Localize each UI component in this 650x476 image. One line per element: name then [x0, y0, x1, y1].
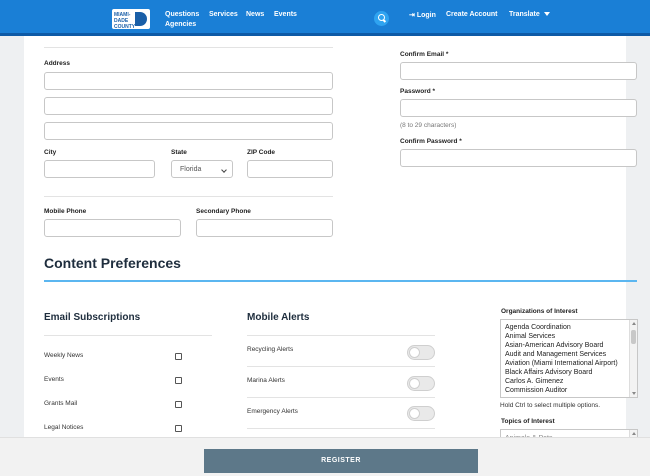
section-accent-line	[44, 280, 637, 282]
divider	[44, 196, 333, 197]
county-logo[interactable]: MIAMI-DADE COUNTY	[112, 9, 150, 30]
organization-option[interactable]: Black Affairs Advisory Board	[501, 368, 637, 377]
logo-mark-icon	[135, 12, 147, 26]
zip-input[interactable]	[247, 160, 333, 178]
create-account-link[interactable]: Create Account	[446, 11, 497, 18]
organizations-multiselect[interactable]: Agenda Coordination Animal Services Asia…	[500, 319, 638, 398]
address-label: Address	[44, 60, 71, 67]
nav-events[interactable]: Events	[274, 11, 297, 18]
divider	[44, 335, 212, 336]
divider	[44, 47, 333, 48]
organization-option[interactable]: Aviation (Miami International Airport)	[501, 359, 637, 368]
emergency-alerts-toggle[interactable]	[407, 406, 435, 421]
zip-label: ZIP Code	[247, 149, 276, 156]
login-label: Login	[416, 12, 436, 19]
grants-mail-checkbox[interactable]	[175, 401, 182, 408]
address-line-1-input[interactable]	[44, 72, 333, 90]
top-navigation-bar: MIAMI-DADE COUNTY Questions Agencies Ser…	[0, 0, 650, 36]
secondary-phone-input[interactable]	[196, 219, 333, 237]
translate-menu[interactable]: Translate	[509, 11, 550, 18]
organization-option[interactable]: Audit and Management Services	[501, 350, 637, 359]
address-line-3-input[interactable]	[44, 122, 333, 140]
logo-text: MIAMI-DADE COUNTY	[114, 12, 136, 30]
email-subscriptions-title: Email Subscriptions	[44, 312, 141, 323]
password-input[interactable]	[400, 99, 637, 117]
confirm-email-input[interactable]	[400, 62, 637, 80]
scroll-up-icon[interactable]	[632, 322, 636, 325]
multiselect-hint: Hold Ctrl to select multiple options.	[500, 402, 601, 409]
organization-option[interactable]: Animal Services	[501, 332, 637, 341]
events-checkbox[interactable]	[175, 377, 182, 384]
email-option-label: Grants Mail	[44, 400, 78, 407]
legal-notices-checkbox[interactable]	[175, 425, 182, 432]
address-line-2-input[interactable]	[44, 97, 333, 115]
chevron-down-icon	[221, 167, 227, 173]
mobile-alert-label: Marina Alerts	[247, 377, 285, 384]
weekly-news-checkbox[interactable]	[175, 353, 182, 360]
state-select[interactable]: Florida	[171, 160, 233, 178]
topics-label: Topics of Interest	[501, 418, 555, 425]
nav-services[interactable]: Services	[209, 11, 238, 18]
secondary-phone-label: Secondary Phone	[196, 208, 251, 215]
nav-questions[interactable]: Questions	[165, 11, 199, 18]
mobile-alerts-title: Mobile Alerts	[247, 312, 310, 323]
state-label: State	[171, 149, 187, 156]
mobile-phone-input[interactable]	[44, 219, 181, 237]
register-button[interactable]: REGISTER	[204, 449, 478, 473]
organization-option[interactable]: Asian-American Advisory Board	[501, 341, 637, 350]
registration-card: Address City State Florida ZIP Code Mobi…	[24, 36, 638, 476]
login-link[interactable]: ⇥ Login	[409, 11, 436, 19]
nav-news[interactable]: News	[246, 11, 264, 18]
organization-option[interactable]: Commission Auditor	[501, 386, 637, 395]
organizations-label: Organizations of Interest	[501, 308, 578, 315]
translate-label: Translate	[509, 11, 540, 18]
search-icon[interactable]	[374, 11, 389, 26]
city-label: City	[44, 149, 57, 156]
divider	[247, 335, 435, 336]
password-label: Password *	[400, 88, 436, 95]
scroll-down-icon[interactable]	[632, 392, 636, 395]
login-icon: ⇥	[409, 12, 417, 19]
marina-alerts-toggle[interactable]	[407, 376, 435, 391]
email-option-label: Events	[44, 376, 64, 383]
toggle-knob	[409, 347, 420, 358]
confirm-password-label: Confirm Password *	[400, 138, 462, 145]
nav-agencies[interactable]: Agencies	[165, 21, 196, 28]
chevron-down-icon	[543, 12, 550, 17]
confirm-password-input[interactable]	[400, 149, 637, 167]
scrollbar[interactable]	[629, 320, 637, 397]
sticky-footer: REGISTER	[0, 437, 650, 476]
mobile-alert-label: Emergency Alerts	[247, 408, 298, 415]
toggle-knob	[409, 378, 420, 389]
content-preferences-title: Content Preferences	[44, 255, 181, 271]
scrollbar-thumb[interactable]	[631, 330, 636, 344]
divider	[247, 397, 435, 398]
mobile-alert-label: Recycling Alerts	[247, 346, 294, 353]
email-option-label: Weekly News	[44, 352, 84, 359]
mobile-phone-label: Mobile Phone	[44, 208, 87, 215]
confirm-email-label: Confirm Email *	[400, 51, 449, 58]
divider	[247, 428, 435, 429]
organization-option[interactable]: Carlos A. Gimenez	[501, 377, 637, 386]
password-hint: (8 to 29 characters)	[400, 122, 457, 129]
state-value: Florida	[180, 166, 202, 173]
email-option-label: Legal Notices	[44, 424, 84, 431]
city-input[interactable]	[44, 160, 155, 178]
recycling-alerts-toggle[interactable]	[407, 345, 435, 360]
organization-option[interactable]: Agenda Coordination	[501, 323, 637, 332]
toggle-knob	[409, 408, 420, 419]
divider	[247, 366, 435, 367]
scroll-up-icon[interactable]	[632, 432, 636, 435]
